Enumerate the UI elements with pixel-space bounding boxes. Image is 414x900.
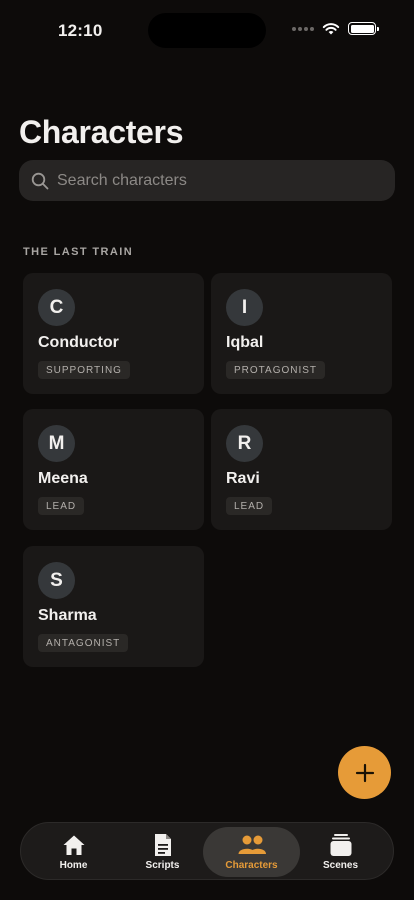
dynamic-island	[148, 13, 266, 48]
page-title: Characters	[19, 114, 184, 150]
status-icons	[292, 22, 379, 35]
character-card-ravi[interactable]: R Ravi LEAD	[211, 409, 392, 530]
add-character-button[interactable]	[338, 746, 391, 799]
document-icon	[154, 834, 171, 856]
section-label: THE LAST TRAIN	[23, 246, 134, 258]
role-badge: SUPPORTING	[38, 361, 130, 379]
status-time: 12:10	[58, 21, 103, 40]
signal-icon	[292, 26, 314, 31]
character-name: Iqbal	[226, 334, 264, 351]
people-icon	[238, 835, 266, 854]
plus-icon	[355, 763, 374, 782]
tab-label: Scenes	[322, 860, 359, 871]
search-bar[interactable]	[19, 160, 395, 201]
character-card-meena[interactable]: M Meena LEAD	[23, 409, 204, 530]
wifi-icon	[322, 23, 340, 35]
tab-label: Home	[59, 860, 88, 871]
avatar: R	[226, 425, 263, 462]
character-name: Sharma	[38, 607, 97, 624]
home-icon	[63, 835, 84, 855]
character-card-sharma[interactable]: S Sharma ANTAGONIST	[23, 546, 204, 667]
character-name: Ravi	[226, 470, 260, 487]
search-icon	[31, 172, 49, 189]
character-name: Conductor	[38, 334, 119, 351]
tab-characters[interactable]: Characters	[203, 827, 300, 877]
tab-scripts[interactable]: Scripts	[114, 827, 211, 877]
avatar: C	[38, 289, 75, 326]
avatar: M	[38, 425, 75, 462]
character-card-conductor[interactable]: C Conductor SUPPORTING	[23, 273, 204, 394]
role-badge: PROTAGONIST	[226, 361, 326, 379]
character-card-iqbal[interactable]: I Iqbal PROTAGONIST	[211, 273, 392, 394]
tab-scenes[interactable]: Scenes	[292, 827, 389, 877]
stack-icon	[330, 834, 351, 856]
avatar: S	[38, 562, 75, 599]
character-name: Meena	[38, 470, 88, 487]
avatar: I	[226, 289, 263, 326]
tab-label: Characters	[225, 860, 278, 871]
role-badge: ANTAGONIST	[38, 634, 129, 652]
role-badge: LEAD	[226, 497, 273, 515]
tab-label: Scripts	[145, 860, 180, 871]
tab-home[interactable]: Home	[25, 827, 122, 877]
search-input[interactable]	[57, 171, 377, 190]
characters-screen: 12:10 Characters THE LAST TRAIN C Conduc…	[0, 0, 414, 900]
battery-icon	[348, 22, 379, 35]
tab-bar: Home Scripts Characters Scenes	[20, 822, 394, 880]
role-badge: LEAD	[38, 497, 85, 515]
